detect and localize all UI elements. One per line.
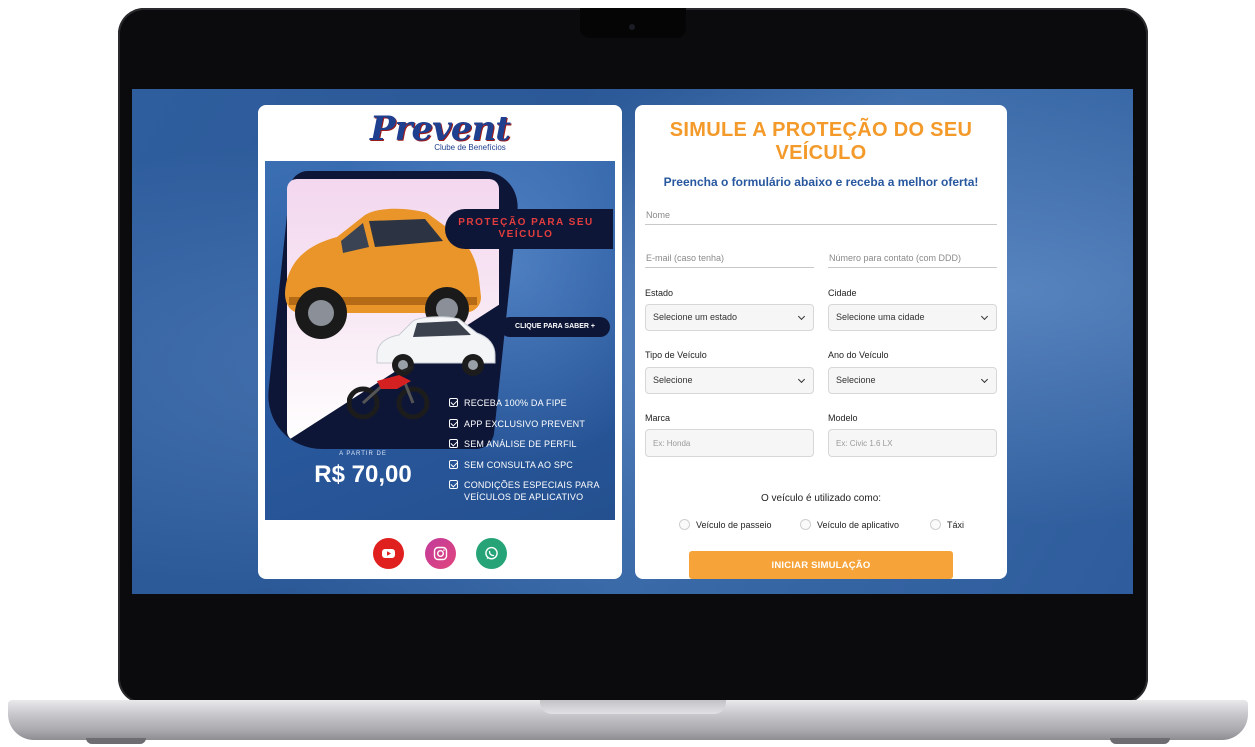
vehicle-type-select[interactable]: Selecione [645, 367, 814, 394]
price-prefix: A PARTIR DE [339, 451, 387, 457]
laptop-foot-right [1110, 738, 1170, 744]
vehicle-year-label: Ano do Veículo [828, 350, 889, 360]
promo-banner[interactable]: PROTEÇÃO PARA SEU VEÍCULO CLIQUE PARA SA… [265, 161, 615, 520]
youtube-icon[interactable] [373, 538, 405, 569]
benefit-item: APP EXCLUSIVO PREVENT [449, 418, 613, 430]
laptop-foot-left [86, 738, 146, 744]
benefit-text: CONDIÇÕES ESPECIAIS PARA VEÍCULOS DE APL… [464, 480, 600, 502]
brand-tagline: Clube de Benefícios [434, 143, 506, 152]
benefit-item: CONDIÇÕES ESPECIAIS PARA VEÍCULOS DE APL… [449, 479, 613, 503]
chevron-down-icon [797, 375, 806, 384]
price-value: R$ 70,00 [314, 461, 412, 488]
benefit-item: SEM ANÁLISE DE PERFIL [449, 438, 613, 450]
benefit-list: RECEBA 100% DA FIPE APP EXCLUSIVO PREVEN… [449, 397, 613, 512]
form-title: SIMULE A PROTEÇÃO DO SEU VEÍCULO [669, 119, 973, 164]
laptop-opening-notch [540, 700, 726, 714]
brand-label: Marca [645, 413, 671, 423]
chevron-down-icon [980, 312, 989, 321]
camera-notch [580, 8, 686, 38]
vehicle-year-select[interactable]: Selecione [828, 367, 997, 394]
state-select[interactable]: Selecione um estado [645, 304, 814, 331]
simulation-form: SIMULE A PROTEÇÃO DO SEU VEÍCULO Preench… [635, 105, 1007, 579]
usage-option-taxi[interactable]: Táxi [930, 519, 964, 530]
benefit-item: SEM CONSULTA AO SPC [449, 459, 613, 471]
radio-button[interactable] [800, 519, 811, 530]
benefit-item: RECEBA 100% DA FIPE [449, 397, 613, 409]
checkbox-icon [449, 439, 458, 448]
vehicle-year-value: Selecione [836, 375, 876, 385]
benefit-text: SEM CONSULTA AO SPC [464, 459, 573, 470]
usage-option-label: Veículo de aplicativo [817, 519, 900, 530]
benefit-text: RECEBA 100% DA FIPE [464, 398, 567, 408]
chevron-down-icon [980, 375, 989, 384]
start-simulation-button[interactable]: INICIAR SIMULAÇÃO [689, 551, 953, 579]
radio-button[interactable] [930, 519, 941, 530]
brand-name: Prevent [370, 109, 511, 149]
email-input[interactable] [645, 248, 814, 268]
checkbox-icon [449, 418, 458, 428]
benefit-text: SEM ANÁLISE DE PERFIL [464, 439, 577, 449]
banner-headline: PROTEÇÃO PARA SEU VEÍCULO [458, 217, 594, 240]
usage-option-label: Veículo de passeio [696, 519, 772, 530]
learn-more-button[interactable]: CLIQUE PARA SABER + [500, 317, 610, 337]
promo-card: Prevent Clube de Benefícios PROTEÇÃO PAR… [258, 105, 622, 579]
brand-input[interactable] [645, 429, 814, 457]
benefit-text: APP EXCLUSIVO PREVENT [464, 418, 586, 429]
form-subtitle: Preencha o formulário abaixo e receba a … [663, 175, 979, 189]
checkbox-icon [449, 459, 458, 469]
city-select-value: Selecione uma cidade [836, 312, 925, 322]
model-label: Modelo [828, 413, 858, 423]
webcam-icon [629, 24, 635, 30]
state-label: Estado [645, 288, 674, 298]
whatsapp-icon[interactable] [475, 538, 507, 569]
laptop-screen: Prevent Clube de Benefícios PROTEÇÃO PAR… [132, 89, 1133, 594]
name-input[interactable] [645, 205, 997, 225]
city-label: Cidade [828, 288, 857, 298]
red-motorcycle-image [347, 365, 430, 420]
social-links [258, 538, 622, 569]
instagram-icon[interactable] [424, 538, 456, 569]
vehicle-type-value: Selecione [653, 375, 693, 385]
radio-button[interactable] [679, 519, 690, 530]
vehicle-type-label: Tipo de Veículo [645, 350, 707, 360]
city-select[interactable]: Selecione uma cidade [828, 304, 997, 331]
usage-option-aplicativo[interactable]: Veículo de aplicativo [800, 519, 899, 530]
usage-option-label: Táxi [947, 519, 965, 530]
state-select-value: Selecione um estado [653, 312, 738, 322]
usage-option-passeio[interactable]: Veículo de passeio [679, 519, 772, 530]
chevron-down-icon [797, 312, 806, 321]
checkbox-icon [449, 398, 458, 407]
usage-question: O veículo é utilizado como: [760, 493, 882, 504]
brand-logo[interactable]: Prevent Clube de Benefícios [258, 111, 622, 152]
phone-input[interactable] [828, 248, 997, 268]
model-input[interactable] [828, 429, 997, 457]
checkbox-icon [449, 480, 458, 489]
